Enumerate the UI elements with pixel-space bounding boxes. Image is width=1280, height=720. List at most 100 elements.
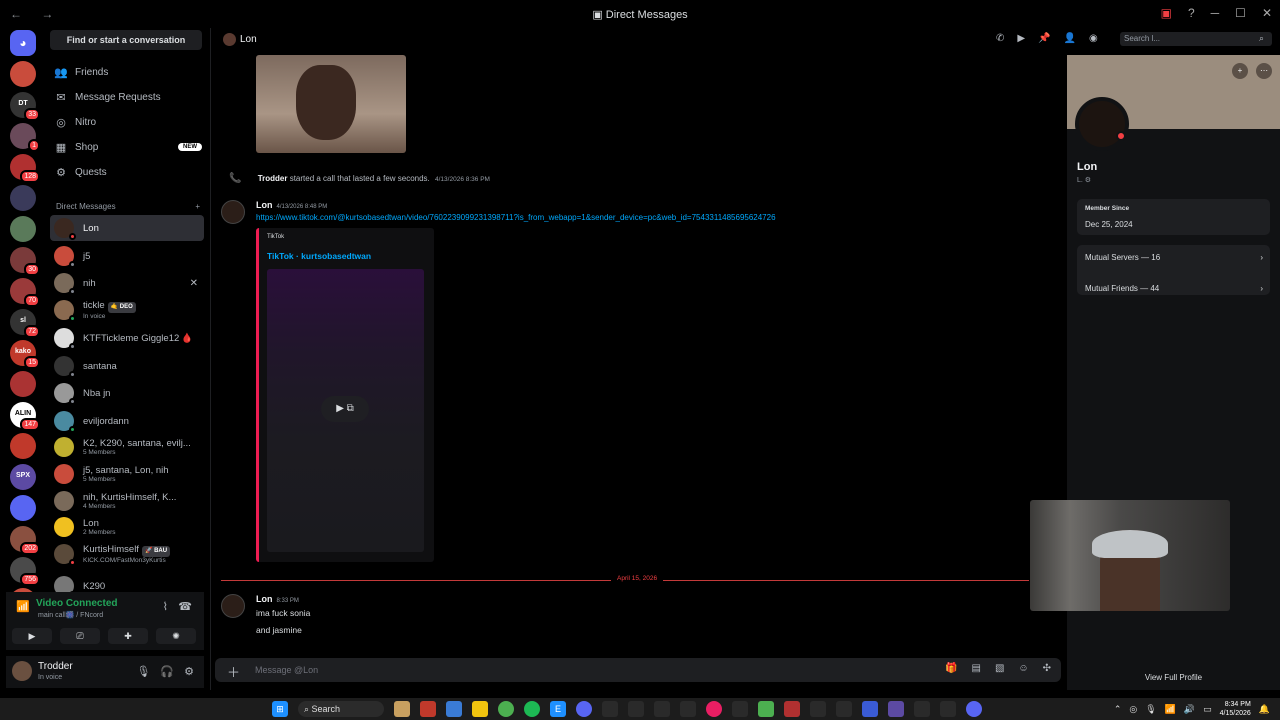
wifi-icon[interactable]: 📶: [1165, 704, 1176, 715]
gif-icon[interactable]: ▤: [971, 663, 980, 674]
message-link[interactable]: https://www.tiktok.com/@kurtsobasedtwan/…: [256, 213, 776, 222]
dm-item[interactable]: Lon: [50, 215, 204, 241]
app-icon[interactable]: [784, 701, 800, 717]
battery-icon[interactable]: ▭: [1203, 704, 1212, 715]
add-friends-icon[interactable]: 👤: [1064, 33, 1076, 44]
avatar[interactable]: [221, 594, 245, 618]
tray-app-icon[interactable]: ◎: [1129, 704, 1137, 715]
app-icon[interactable]: [758, 701, 774, 717]
server-icon[interactable]: 1: [10, 123, 40, 152]
minimize-button[interactable]: ─: [1211, 6, 1220, 20]
apps-icon[interactable]: ✣: [1043, 663, 1051, 674]
app-icon[interactable]: [446, 701, 462, 717]
app-icon[interactable]: [836, 701, 852, 717]
alert-icon[interactable]: ▣: [1161, 6, 1172, 20]
pin-icon[interactable]: 📌: [1038, 33, 1050, 44]
gear-icon[interactable]: ⚙: [184, 665, 194, 678]
chat-header-name[interactable]: Lon: [240, 34, 257, 45]
server-icon[interactable]: 70: [10, 278, 40, 307]
embed-video[interactable]: ▶ ⧉: [267, 269, 424, 552]
maximize-button[interactable]: ☐: [1235, 6, 1246, 20]
app-icon[interactable]: [628, 701, 644, 717]
camera-button[interactable]: ▶: [12, 628, 52, 644]
dm-item[interactable]: nih, KurtisHimself, K... 4 Members: [50, 488, 204, 514]
avatar[interactable]: [12, 661, 32, 681]
dm-item[interactable]: K2, K290, santana, evilj... 5 Members: [50, 434, 204, 460]
dm-item[interactable]: j5: [50, 243, 204, 269]
soundboard-button[interactable]: ✺: [156, 628, 196, 644]
video-call-icon[interactable]: ▶: [1017, 33, 1025, 44]
app-icon[interactable]: [654, 701, 670, 717]
call-author[interactable]: Trodder: [258, 174, 288, 183]
server-icon[interactable]: 128: [10, 154, 40, 183]
view-full-profile-button[interactable]: View Full Profile: [1067, 673, 1280, 682]
dm-item[interactable]: Lon 2 Members: [50, 514, 204, 540]
app-icon[interactable]: [602, 701, 618, 717]
find-conversation-button[interactable]: Find or start a conversation: [50, 30, 202, 50]
voice-status[interactable]: Video Connected: [36, 598, 118, 609]
sticker-icon[interactable]: ▧: [995, 663, 1004, 674]
activity-button[interactable]: ✚: [108, 628, 148, 644]
app-icon[interactable]: E: [550, 701, 566, 717]
server-icon[interactable]: 202: [10, 526, 40, 555]
voice-channel[interactable]: main call🎆 / FNcord: [38, 611, 103, 619]
mutual-servers-row[interactable]: Mutual Servers — 16 ›: [1085, 253, 1263, 262]
dm-item[interactable]: KurtisHimself 🚀 BAU KICK.COM/FastMon3yKurt…: [50, 541, 204, 567]
dm-item[interactable]: KTFTickleme Giggle12 🩸: [50, 325, 204, 351]
server-icon[interactable]: [10, 216, 36, 242]
server-icon[interactable]: SPX: [10, 464, 36, 490]
sidebar-item-friends[interactable]: 👥 Friends: [54, 61, 204, 83]
dm-item[interactable]: Nba jn: [50, 380, 204, 406]
avatar[interactable]: [1075, 97, 1129, 151]
app-icon[interactable]: [420, 701, 436, 717]
spotify-icon[interactable]: [524, 701, 540, 717]
disconnect-icon[interactable]: ☎: [178, 600, 192, 613]
sidebar-item-message-requests[interactable]: ✉ Message Requests: [54, 86, 204, 108]
app-icon[interactable]: [888, 701, 904, 717]
add-attachment-icon[interactable]: ＋: [227, 662, 240, 681]
folder-icon[interactable]: [472, 701, 488, 717]
app-icon[interactable]: [810, 701, 826, 717]
app-icon[interactable]: [680, 701, 696, 717]
close-dm-icon[interactable]: ✕: [190, 278, 198, 289]
profile-toggle-icon[interactable]: ◉: [1089, 33, 1098, 44]
server-icon[interactable]: [10, 495, 36, 521]
app-icon[interactable]: [966, 701, 982, 717]
help-icon[interactable]: ?: [1188, 6, 1195, 20]
avatar[interactable]: [221, 200, 245, 224]
server-icon[interactable]: 30: [10, 247, 40, 276]
search-input[interactable]: Search l...: [1120, 32, 1272, 46]
dm-item[interactable]: j5, santana, Lon, nih 5 Members: [50, 461, 204, 487]
server-icon[interactable]: ALIN 147: [10, 402, 40, 431]
app-icon[interactable]: [706, 701, 722, 717]
embed-title[interactable]: TikTok · kurtsobasedtwan: [267, 251, 371, 261]
microphone-icon[interactable]: 🎙: [1145, 704, 1156, 715]
gift-icon[interactable]: 🎁: [945, 663, 957, 674]
discord-icon[interactable]: [576, 701, 592, 717]
sidebar-item-nitro[interactable]: ◎ Nitro: [54, 111, 204, 133]
microphone-icon[interactable]: 🎙: [136, 665, 150, 678]
chevron-up-icon[interactable]: ⌃: [1114, 704, 1122, 715]
server-icon[interactable]: [10, 61, 36, 87]
message-composer[interactable]: ＋ Message @Lon 🎁 ▤ ▧ ☺ ✣: [215, 658, 1061, 682]
headphones-icon[interactable]: 🎧: [160, 665, 174, 678]
user-name[interactable]: Trodder: [38, 661, 73, 672]
server-icon[interactable]: sl 72: [10, 309, 40, 338]
message-author[interactable]: Lon: [256, 594, 273, 604]
server-icon[interactable]: kako 15: [10, 340, 40, 369]
widgets-icon[interactable]: [394, 701, 410, 717]
dm-item[interactable]: eviljordann: [50, 408, 204, 434]
more-icon[interactable]: ⋯: [1256, 63, 1272, 79]
dm-item[interactable]: tickle 🤙 DEO In voice: [50, 297, 204, 323]
emoji-icon[interactable]: ☺: [1018, 663, 1028, 674]
taskbar-search[interactable]: ⌕ Search: [298, 701, 384, 717]
server-icon[interactable]: [10, 185, 36, 211]
sidebar-item-shop[interactable]: ▦ Shop NEW: [54, 136, 204, 158]
chrome-icon[interactable]: [498, 701, 514, 717]
create-dm-button[interactable]: +: [195, 202, 200, 211]
screen-share-button[interactable]: ⎚: [60, 628, 100, 644]
server-icon[interactable]: [10, 433, 36, 459]
add-friend-icon[interactable]: +: [1232, 63, 1248, 79]
app-icon[interactable]: [940, 701, 956, 717]
app-icon[interactable]: [862, 701, 878, 717]
